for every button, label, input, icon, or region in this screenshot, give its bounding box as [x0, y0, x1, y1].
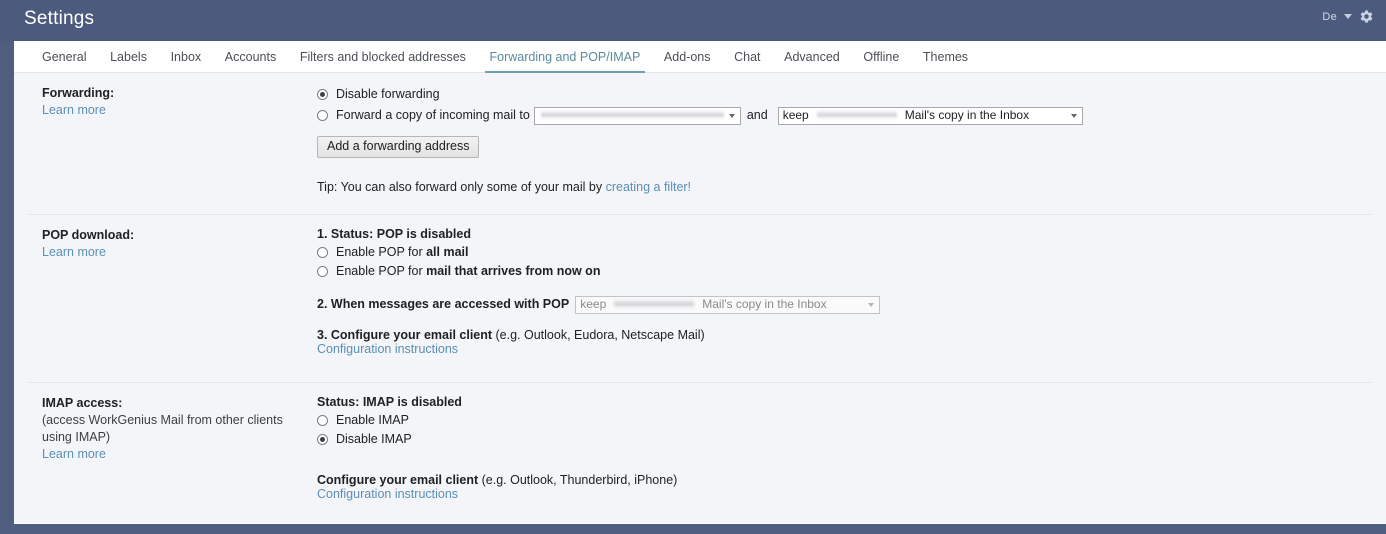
titlebar-actions: De: [1322, 9, 1374, 24]
disable-forwarding-radio[interactable]: [317, 89, 328, 100]
tab-filters[interactable]: Filters and blocked addresses: [292, 41, 474, 72]
imap-body: Status: IMAP is disabled Enable IMAP Dis…: [317, 395, 1372, 501]
section-forwarding: Forwarding: Learn more Disable forwardin…: [28, 73, 1372, 215]
pop-config-link-row: Configuration instructions: [317, 342, 1372, 356]
chevron-down-icon: [1070, 113, 1077, 118]
disable-forwarding-label: Disable forwarding: [336, 87, 440, 101]
pop-enable-new-row[interactable]: Enable POP for mail that arrives from no…: [317, 262, 1372, 281]
forwarding-learn-more-link[interactable]: Learn more: [42, 102, 307, 119]
pop-enable-all-radio[interactable]: [317, 247, 328, 258]
language-label[interactable]: De: [1322, 11, 1337, 23]
pop-keep-prefix: keep: [580, 297, 607, 311]
pop-step2-row: 2. When messages are accessed with POP k…: [317, 295, 1372, 314]
pop-learn-more-link[interactable]: Learn more: [42, 244, 307, 261]
tab-chat[interactable]: Chat: [726, 41, 768, 72]
forwarding-tip: Tip: You can also forward only some of y…: [317, 180, 1372, 194]
pop-keep-copy-select[interactable]: keep Mail's copy in the Inbox: [575, 295, 881, 314]
forward-copy-row[interactable]: Forward a copy of incoming mail to and k…: [317, 106, 1372, 125]
title-bar: Settings De: [0, 0, 1386, 41]
tab-inbox[interactable]: Inbox: [163, 41, 210, 72]
forwarding-title: Forwarding:: [42, 86, 115, 100]
pop-enable-all-row[interactable]: Enable POP for all mail: [317, 243, 1372, 262]
imap-configure: Configure your email client (e.g. Outloo…: [317, 473, 1372, 487]
tab-labels[interactable]: Labels: [102, 41, 155, 72]
page-title: Settings: [24, 8, 95, 29]
imap-disable-radio[interactable]: [317, 434, 328, 445]
redacted-brand-text: [816, 110, 897, 121]
chevron-down-icon: [868, 302, 875, 307]
forwarding-keep-suffix: Mail's copy in the Inbox: [904, 108, 1030, 122]
pop-status-label: 1. Status: POP is disabled: [317, 227, 471, 241]
imap-enable-row[interactable]: Enable IMAP: [317, 411, 1372, 430]
settings-panel: General Labels Inbox Accounts Filters an…: [14, 41, 1386, 524]
pop-enable-new-radio[interactable]: [317, 266, 328, 277]
imap-enable-radio[interactable]: [317, 415, 328, 426]
pop-configuration-instructions-link[interactable]: Configuration instructions: [317, 342, 458, 356]
forwarding-keep-prefix: keep: [782, 108, 809, 122]
imap-config-link-row: Configuration instructions: [317, 487, 1372, 501]
tab-forwarding-pop-imap[interactable]: Forwarding and POP/IMAP: [482, 41, 649, 73]
tab-advanced[interactable]: Advanced: [776, 41, 848, 72]
tab-accounts[interactable]: Accounts: [217, 41, 284, 72]
chevron-down-icon[interactable]: [1344, 14, 1352, 19]
forwarding-body: Disable forwarding Forward a copy of inc…: [317, 85, 1372, 194]
imap-learn-more-link[interactable]: Learn more: [42, 446, 307, 463]
and-label: and: [746, 108, 768, 122]
pop-step2-label: 2. When messages are accessed with POP: [317, 297, 570, 311]
forward-copy-label: Forward a copy of incoming mail to: [336, 108, 530, 122]
imap-configuration-instructions-link[interactable]: Configuration instructions: [317, 487, 458, 501]
section-imap-access: IMAP access: (access WorkGenius Mail fro…: [28, 383, 1372, 524]
pop-label-column: POP download: Learn more: [42, 227, 307, 261]
chevron-down-icon: [728, 113, 735, 118]
forwarding-address-select[interactable]: [533, 106, 741, 125]
imap-status-label: Status: IMAP is disabled: [317, 395, 462, 409]
tab-general[interactable]: General: [34, 41, 94, 72]
imap-disable-label: Disable IMAP: [336, 432, 412, 446]
add-forwarding-address-button[interactable]: Add a forwarding address: [317, 136, 480, 158]
forwarding-tip-text: Tip: You can also forward only some of y…: [317, 180, 606, 194]
pop-enable-new-label: Enable POP for mail that arrives from no…: [336, 264, 601, 278]
imap-disable-row[interactable]: Disable IMAP: [317, 430, 1372, 449]
pop-enable-all-label: Enable POP for all mail: [336, 245, 469, 259]
gear-icon[interactable]: [1359, 9, 1374, 24]
imap-title: IMAP access:: [42, 396, 123, 410]
tab-offline[interactable]: Offline: [855, 41, 907, 72]
pop-step3-label: 3. Configure your email client: [317, 328, 493, 342]
creating-a-filter-link[interactable]: creating a filter!: [606, 180, 691, 194]
settings-content: Forwarding: Learn more Disable forwardin…: [14, 73, 1386, 523]
pop-body: 1. Status: POP is disabled Enable POP fo…: [317, 227, 1372, 356]
tab-themes[interactable]: Themes: [915, 41, 976, 72]
imap-note: (access WorkGenius Mail from other clien…: [42, 413, 283, 444]
pop-step3: 3. Configure your email client (e.g. Out…: [317, 328, 1372, 342]
imap-enable-label: Enable IMAP: [336, 413, 409, 427]
pop-step3-examples: (e.g. Outlook, Eudora, Netscape Mail): [492, 328, 705, 342]
imap-configure-label: Configure your email client: [317, 473, 479, 487]
redacted-brand-text: [614, 299, 695, 310]
disable-forwarding-row[interactable]: Disable forwarding: [317, 85, 1372, 104]
redacted-address-text: [540, 110, 724, 121]
add-forwarding-address-wrap: Add a forwarding address: [317, 136, 1372, 158]
forwarding-label-column: Forwarding: Learn more: [42, 85, 307, 119]
forwarding-keep-copy-select[interactable]: keep Mail's copy in the Inbox: [777, 106, 1083, 125]
pop-title: POP download:: [42, 228, 135, 242]
forward-copy-radio[interactable]: [317, 110, 328, 121]
section-pop-download: POP download: Learn more 1. Status: POP …: [28, 215, 1372, 383]
settings-tabbar: General Labels Inbox Accounts Filters an…: [14, 41, 1386, 73]
imap-configure-examples: (e.g. Outlook, Thunderbird, iPhone): [478, 473, 678, 487]
pop-keep-suffix: Mail's copy in the Inbox: [702, 297, 827, 311]
tab-add-ons[interactable]: Add-ons: [656, 41, 719, 72]
imap-label-column: IMAP access: (access WorkGenius Mail fro…: [42, 395, 307, 463]
